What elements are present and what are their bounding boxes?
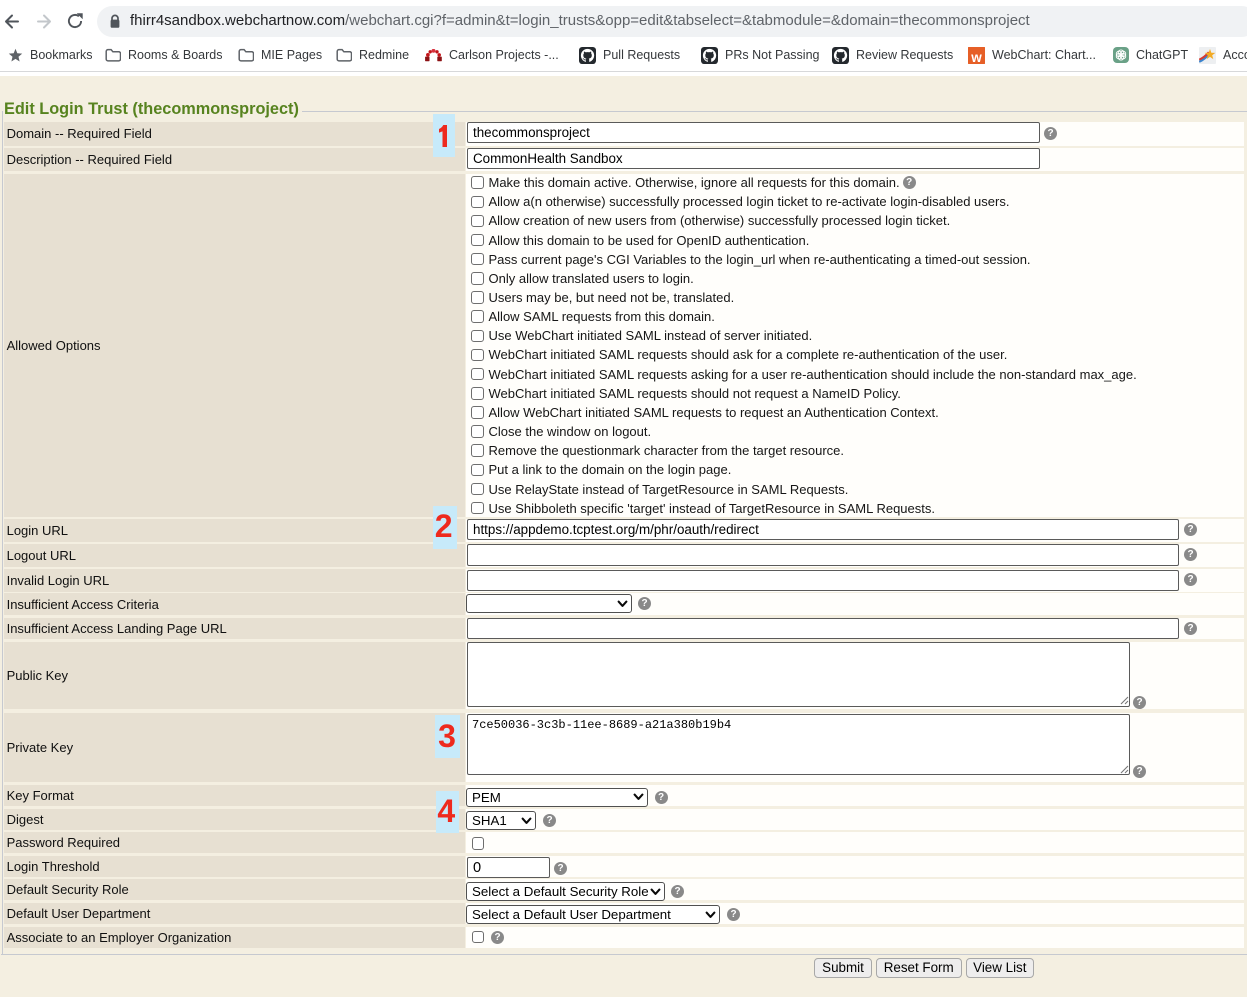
svg-text:w: w [970, 49, 982, 63]
